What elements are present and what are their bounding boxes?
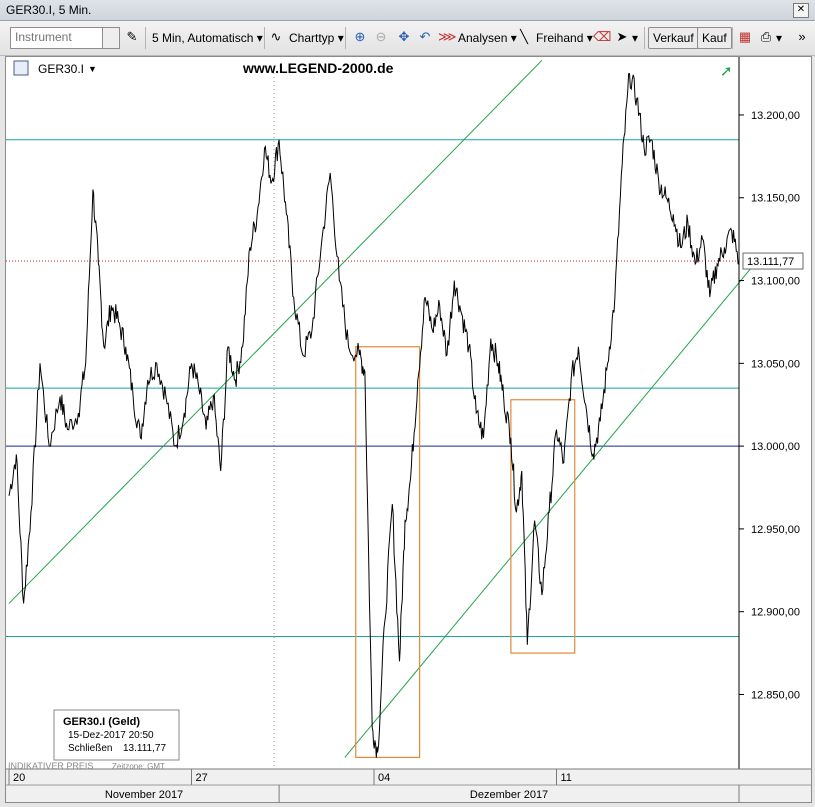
window-titlebar: GER30.I, 5 Min. ✕ <box>0 0 815 21</box>
eraser-icon[interactable]: ⌫ <box>593 29 611 45</box>
day-label: 27 <box>196 772 208 784</box>
toolbar-separator <box>264 27 265 49</box>
freehand-line-icon: ╲ <box>520 29 528 44</box>
analysis-icon: ⋙ <box>438 29 457 44</box>
chart-toolbar: ✎ 5 Min, Automatisch ▾ ∿ Charttyp ▾ ⊕ ⊖ … <box>0 21 815 56</box>
watermark: www.LEGEND-2000.de <box>242 60 394 76</box>
info-box-close-value: 13.111,77 <box>123 743 166 754</box>
day-label: 11 <box>561 772 572 784</box>
cursor-dropdown-arrow[interactable]: ▾ <box>632 29 638 47</box>
sell-button[interactable]: Verkauf <box>648 27 699 49</box>
info-box-close-label: Schließen <box>68 743 112 754</box>
zoom-out-icon[interactable]: ⊖ <box>373 29 389 45</box>
y-tick-label: 12.850,00 <box>751 689 800 701</box>
day-label: 04 <box>378 772 390 784</box>
interval-label: 5 Min, Automatisch <box>152 31 254 45</box>
chart-symbol[interactable]: GER30.I <box>38 62 84 76</box>
info-box-datetime: 15-Dez-2017 20:50 <box>68 730 154 741</box>
month-label: November 2017 <box>105 789 183 801</box>
trend-line-1[interactable] <box>8 59 543 604</box>
y-tick-label: 13.200,00 <box>751 110 800 122</box>
interval-dropdown[interactable]: 5 Min, Automatisch ▾ <box>152 29 263 47</box>
symbol-dropdown-arrow[interactable]: ▼ <box>88 64 97 74</box>
info-box-title: GER30.I (Geld) <box>63 716 140 728</box>
trend-arrow-icon: ➚ <box>720 63 733 80</box>
charttype-label: Charttyp <box>289 31 335 45</box>
freihand-label: Freihand <box>536 31 584 45</box>
day-label: 20 <box>13 772 25 784</box>
freihand-dropdown[interactable]: Freihand ▾ <box>536 29 593 47</box>
y-tick-label: 13.100,00 <box>751 276 800 288</box>
instrument-input[interactable] <box>11 28 101 46</box>
current-price-label: 13.111,77 <box>747 256 794 268</box>
window-title: GER30.I, 5 Min. <box>6 3 92 17</box>
y-tick-label: 13.000,00 <box>751 441 800 453</box>
analysen-label: Analysen <box>458 31 508 45</box>
analysen-dropdown[interactable]: Analysen ▾ <box>458 29 517 47</box>
buy-button[interactable]: Kauf <box>697 27 732 49</box>
toolbar-separator <box>732 27 733 49</box>
toolbar-separator <box>644 27 645 49</box>
instrument-search[interactable] <box>10 27 120 49</box>
zoom-in-icon[interactable]: ⊕ <box>352 29 368 45</box>
y-tick-label: 13.050,00 <box>751 358 800 370</box>
month-label: Dezember 2017 <box>470 789 548 801</box>
instrument-lookup-button[interactable] <box>102 28 119 48</box>
line-chart-icon: ∿ <box>270 29 282 44</box>
indicator-wizard-icon[interactable]: ✎ <box>124 29 140 45</box>
toolbar-separator <box>345 27 346 49</box>
print-dropdown-arrow[interactable]: ▾ <box>776 29 782 47</box>
info-box: GER30.I (Geld) 15-Dez-2017 20:50 Schließ… <box>53 709 180 761</box>
price-series-line[interactable] <box>8 72 740 758</box>
charttype-dropdown[interactable]: Charttyp ▾ <box>289 29 344 47</box>
fit-chart-icon[interactable]: ✥ <box>396 29 412 45</box>
y-tick-label: 12.900,00 <box>751 607 800 619</box>
close-icon[interactable]: ✕ <box>793 3 809 18</box>
undo-icon[interactable]: ↶ <box>417 29 433 45</box>
cfd-badge-icon <box>13 60 29 76</box>
chart-area[interactable]: 12.850,00 12.900,00 12.950,00 13.000,00 13.0… <box>5 56 812 803</box>
y-tick-label: 12.950,00 <box>751 524 800 536</box>
indicative-price-note: INDIKATIVER PREIS <box>8 761 93 771</box>
y-tick-label: 13.150,00 <box>751 193 800 205</box>
print-icon[interactable]: ⎙ <box>758 29 774 45</box>
cursor-icon[interactable]: ➤ <box>614 29 630 45</box>
timezone-note: Zeitzone: GMT <box>112 762 165 771</box>
toolbar-separator <box>145 27 146 49</box>
price-chart[interactable]: 12.850,00 12.900,00 12.950,00 13.000,00 13.0… <box>6 57 811 802</box>
overflow-icon[interactable]: » <box>794 29 810 45</box>
chart-settings-icon[interactable]: ▦ <box>737 29 753 45</box>
